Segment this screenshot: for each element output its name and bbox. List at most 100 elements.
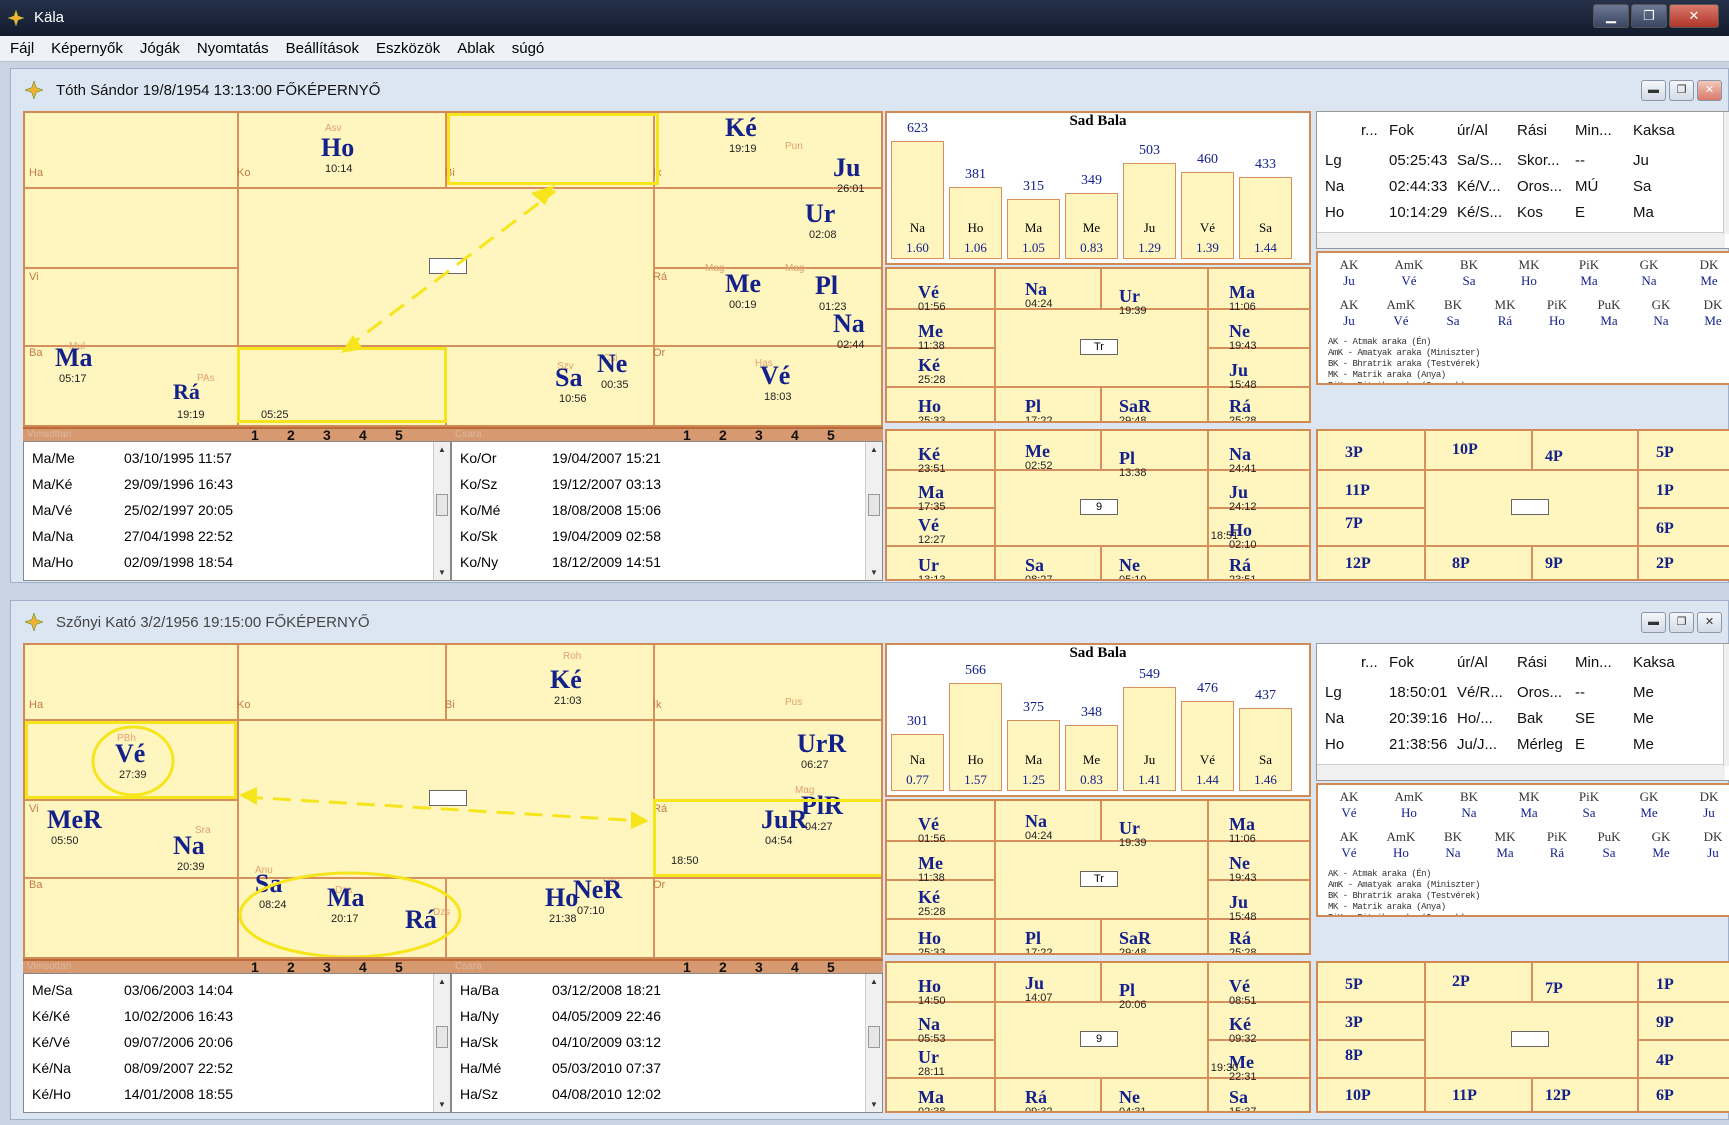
d9-planet[interactable]: Pl [1025, 397, 1041, 415]
d9-planet[interactable]: Me [918, 322, 943, 340]
list-scrollbar[interactable]: ▲ ▼ [433, 974, 450, 1112]
planet-4[interactable]: Me [725, 271, 761, 297]
d9-planet[interactable]: Na [1025, 812, 1047, 830]
d9-planet[interactable]: Ur [1119, 819, 1140, 837]
menu-item-1[interactable]: Képernyők [51, 40, 123, 57]
grid-header[interactable]: Kaksa [1633, 654, 1675, 671]
d10-planet[interactable]: Sa [1229, 1088, 1248, 1106]
scroll-up-icon[interactable]: ▲ [434, 977, 450, 986]
d9-planet[interactable]: Vé [918, 283, 939, 301]
scroll-thumb[interactable] [436, 494, 448, 516]
scroll-thumb[interactable] [436, 1026, 448, 1048]
window-restore-button[interactable]: ❐ [1669, 80, 1694, 101]
scroll-down-icon[interactable]: ▼ [434, 1100, 450, 1109]
grid-header[interactable]: r... [1361, 654, 1378, 671]
d9-planet[interactable]: Rá [1229, 397, 1251, 415]
list-scrollbar[interactable]: ▲ ▼ [433, 442, 450, 580]
planet-11[interactable]: NeR [573, 877, 622, 903]
grid-header[interactable]: Rási [1517, 122, 1547, 139]
menu-item-3[interactable]: Nyomtatás [197, 40, 269, 57]
planet-9[interactable]: Sa [555, 365, 582, 391]
grid-header[interactable]: Fok [1389, 122, 1414, 139]
planet-5[interactable]: Pl [815, 273, 838, 299]
planet-1[interactable]: Vé [115, 741, 145, 767]
planet-1[interactable]: Ké [725, 115, 757, 141]
small-chart-center[interactable] [1510, 1031, 1549, 1047]
d9-planet[interactable]: Ho [918, 397, 941, 415]
planet-2[interactable]: UrR [797, 731, 846, 757]
grid-header[interactable]: Kaksa [1633, 122, 1675, 139]
d10-planet[interactable]: Ne [1119, 1088, 1140, 1106]
d9-planet[interactable]: Ne [1229, 322, 1250, 340]
scroll-thumb[interactable] [868, 494, 880, 516]
d10-planet[interactable]: Sa [1025, 556, 1044, 574]
planet-3[interactable]: MeR [47, 807, 102, 833]
d9-planet[interactable]: Ne [1229, 854, 1250, 872]
planet-8[interactable]: Ma [327, 885, 365, 911]
d9-planet[interactable]: Ké [918, 356, 940, 374]
planet-7[interactable]: Sa [255, 871, 282, 897]
d9-planet[interactable]: Ju [1229, 361, 1248, 379]
menu-item-2[interactable]: Jógák [140, 40, 180, 57]
small-chart-center[interactable]: 9 [1080, 1031, 1118, 1047]
d10-planet[interactable]: Ur [918, 556, 939, 574]
grid-header[interactable]: úr/Al [1457, 654, 1488, 671]
menu-item-7[interactable]: súgó [512, 40, 545, 57]
scroll-down-icon[interactable]: ▼ [434, 568, 450, 577]
grid-header[interactable]: Min... [1575, 654, 1612, 671]
d10-planet[interactable]: Ho [918, 977, 941, 995]
d10-planet[interactable]: Na [1229, 445, 1251, 463]
menu-item-5[interactable]: Eszközök [376, 40, 440, 57]
menu-item-6[interactable]: Ablak [457, 40, 495, 57]
window-minimize-button[interactable]: ▬ [1641, 612, 1666, 633]
scroll-up-icon[interactable]: ▲ [866, 445, 882, 454]
planet-8[interactable]: Rá [173, 381, 200, 403]
planet-0[interactable]: Ho [321, 135, 354, 161]
d10-planet[interactable]: Ur [918, 1048, 939, 1066]
d10-planet[interactable]: Na [918, 1015, 940, 1033]
list-scrollbar[interactable]: ▲ ▼ [865, 974, 882, 1112]
planet-3[interactable]: Ur [805, 201, 835, 227]
scroll-down-icon[interactable]: ▼ [866, 568, 882, 577]
d10-planet[interactable]: Ké [918, 445, 940, 463]
d10-planet[interactable]: Ju [1025, 974, 1044, 992]
d9-planet[interactable]: Rá [1229, 929, 1251, 947]
d10-planet[interactable]: Ma [918, 1088, 944, 1106]
grid-vscroll[interactable] [1723, 644, 1729, 766]
window-close-button[interactable]: ✕ [1697, 80, 1722, 101]
d9-planet[interactable]: Ké [918, 888, 940, 906]
grid-header[interactable]: úr/Al [1457, 122, 1488, 139]
d10-planet[interactable]: Me [1025, 442, 1050, 460]
grid-hscroll[interactable] [1317, 764, 1725, 780]
scroll-up-icon[interactable]: ▲ [866, 977, 882, 986]
d10-planet[interactable]: Rá [1025, 1088, 1047, 1106]
planet-0[interactable]: Ké [550, 667, 582, 693]
d9-planet[interactable]: Ma [1229, 283, 1255, 301]
grid-header[interactable]: Min... [1575, 122, 1612, 139]
d9-planet[interactable]: Vé [918, 815, 939, 833]
chart-center-box[interactable] [429, 790, 467, 806]
d10-planet[interactable]: Vé [918, 516, 939, 534]
d10-planet[interactable]: Ne [1119, 556, 1140, 574]
d9-planet[interactable]: Ho [918, 929, 941, 947]
d9-planet[interactable]: Ur [1119, 287, 1140, 305]
d10-planet[interactable]: Pl [1119, 449, 1135, 467]
planet-7[interactable]: Ma [55, 345, 93, 371]
planet-10[interactable]: Ne [597, 351, 627, 377]
d10-planet[interactable]: Ma [918, 483, 944, 501]
scroll-thumb[interactable] [868, 1026, 880, 1048]
scroll-down-icon[interactable]: ▼ [866, 1100, 882, 1109]
planet-4[interactable]: Na [173, 833, 205, 859]
planet-6[interactable]: PlR [801, 793, 843, 819]
d9-planet[interactable]: Ma [1229, 815, 1255, 833]
d9-planet[interactable]: Ju [1229, 893, 1248, 911]
window-close-button[interactable]: ✕ [1697, 612, 1722, 633]
grid-hscroll[interactable] [1317, 232, 1725, 248]
d10-planet[interactable]: Ké [1229, 1015, 1251, 1033]
d9-planet[interactable]: SaR [1119, 397, 1151, 415]
window-restore-button[interactable]: ❐ [1669, 612, 1694, 633]
grid-header[interactable]: r... [1361, 122, 1378, 139]
list-scrollbar[interactable]: ▲ ▼ [865, 442, 882, 580]
d9-planet[interactable]: Me [918, 854, 943, 872]
app-minimize-button[interactable]: ▁ [1593, 4, 1629, 28]
